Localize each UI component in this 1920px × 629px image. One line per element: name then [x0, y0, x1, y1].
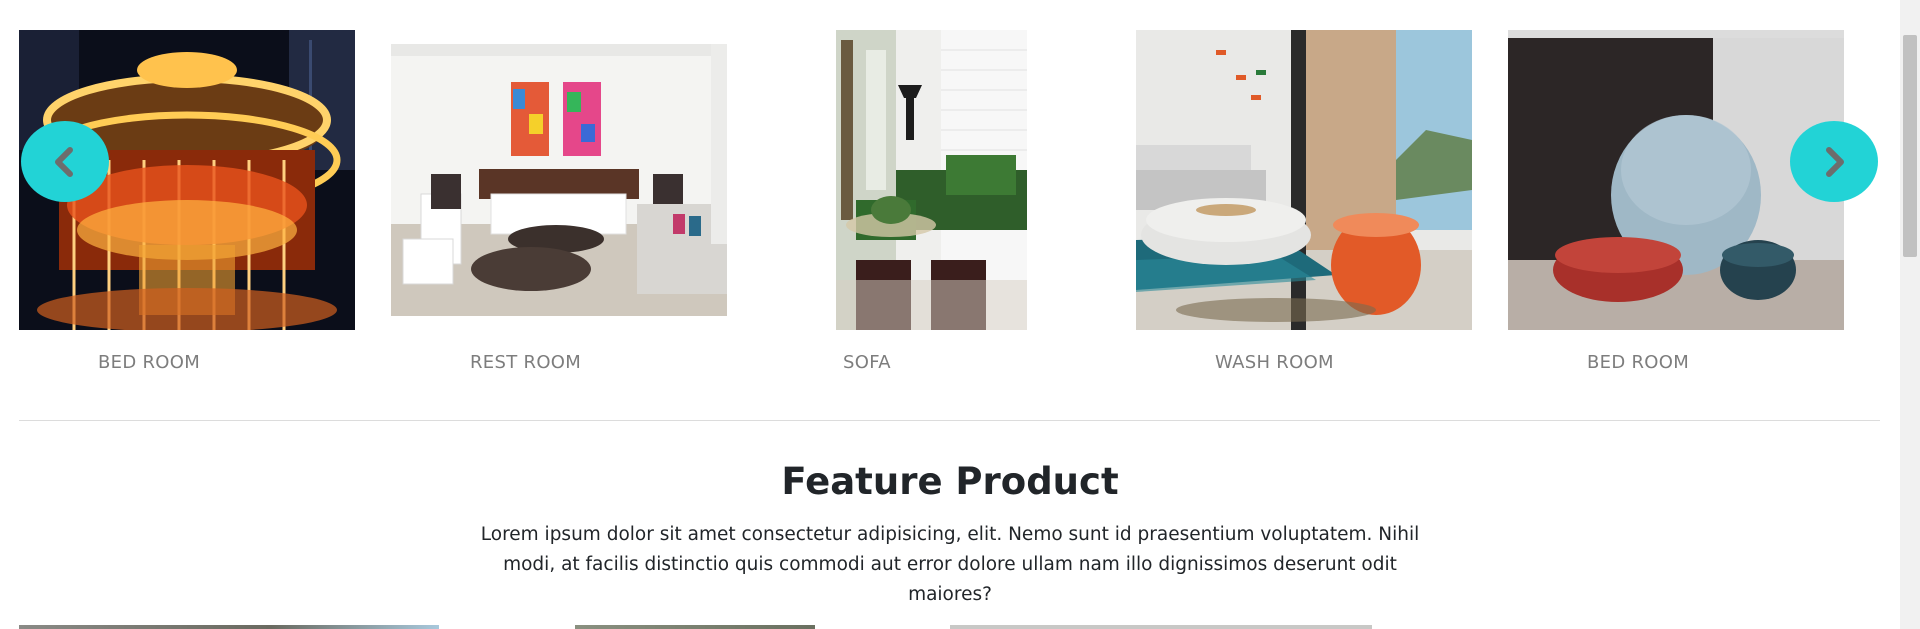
slide-label[interactable]: WASH ROOM — [1215, 352, 1334, 373]
product-image-partial[interactable] — [950, 625, 1372, 629]
slide-image-sofa[interactable] — [836, 30, 1027, 330]
section-divider — [19, 420, 1880, 421]
scrollbar-thumb[interactable] — [1903, 35, 1917, 257]
chevron-right-icon — [1826, 146, 1844, 177]
slide-label[interactable]: BED ROOM — [1587, 352, 1689, 373]
living-room-photo — [391, 44, 727, 316]
sofa-photo — [836, 30, 1027, 330]
slide-image-living-room[interactable] — [391, 44, 727, 316]
slide-label[interactable]: REST ROOM — [470, 352, 581, 373]
slide-label[interactable]: BED ROOM — [98, 352, 200, 373]
category-carousel: BED ROOM REST ROOM SOFA WASH ROOM BED RO… — [0, 0, 1900, 390]
poufs-photo — [1508, 30, 1844, 330]
product-image-partial[interactable] — [575, 625, 815, 629]
carousel-prev-button[interactable] — [21, 121, 109, 202]
carousel-next-button[interactable] — [1790, 121, 1878, 202]
page: BED ROOM REST ROOM SOFA WASH ROOM BED RO… — [0, 0, 1900, 629]
slide-image-poufs[interactable] — [1508, 30, 1844, 330]
slide-image-lounge[interactable] — [1136, 30, 1472, 330]
slide-label[interactable]: SOFA — [843, 352, 891, 373]
lounge-photo — [1136, 30, 1472, 330]
feature-description: Lorem ipsum dolor sit amet consectetur a… — [480, 524, 1420, 605]
chevron-left-icon — [55, 146, 73, 177]
product-image-partial[interactable] — [19, 625, 439, 629]
feature-title: Feature Product — [781, 460, 1119, 503]
vertical-scrollbar[interactable] — [1900, 0, 1920, 629]
